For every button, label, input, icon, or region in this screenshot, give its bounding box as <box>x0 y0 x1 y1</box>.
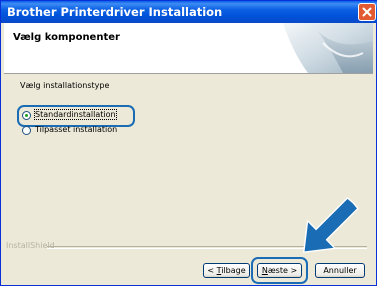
wizard-header-graphic <box>263 23 373 73</box>
close-button[interactable] <box>358 3 376 21</box>
install-type-label: Vælg installationstype <box>20 81 110 90</box>
cancel-label: Annuller <box>323 266 357 275</box>
radio-button-unselected[interactable] <box>22 126 31 135</box>
wizard-header: Vælg komponenter <box>4 23 373 74</box>
header-title: Vælg komponenter <box>13 32 120 43</box>
radio-custom-installation[interactable]: Tilpasset installation <box>22 125 132 138</box>
close-icon <box>362 7 372 17</box>
next-rest: æste <box>267 266 288 275</box>
radio-label-custom: Tilpasset installation <box>35 125 118 134</box>
title-bar[interactable]: Brother Printerdriver Installation <box>1 1 377 23</box>
radio-dot-icon <box>25 114 28 117</box>
next-suffix: > <box>287 266 298 275</box>
window-title: Brother Printerdriver Installation <box>7 5 223 19</box>
radio-button-selected[interactable] <box>22 111 31 120</box>
back-prefix: < <box>207 266 217 275</box>
back-rest: ilbage <box>221 266 246 275</box>
radio-label-standard: Standardinstallation <box>34 109 117 120</box>
installer-window: Brother Printerdriver Installation Vælg … <box>0 0 377 286</box>
radio-standard-installation[interactable]: Standardinstallation <box>22 109 132 123</box>
cancel-button[interactable]: Annuller <box>315 263 365 278</box>
pointer-arrow-icon <box>303 197 359 253</box>
back-button[interactable]: < Tilbage <box>203 263 250 278</box>
next-button[interactable]: Næste > <box>257 263 302 278</box>
